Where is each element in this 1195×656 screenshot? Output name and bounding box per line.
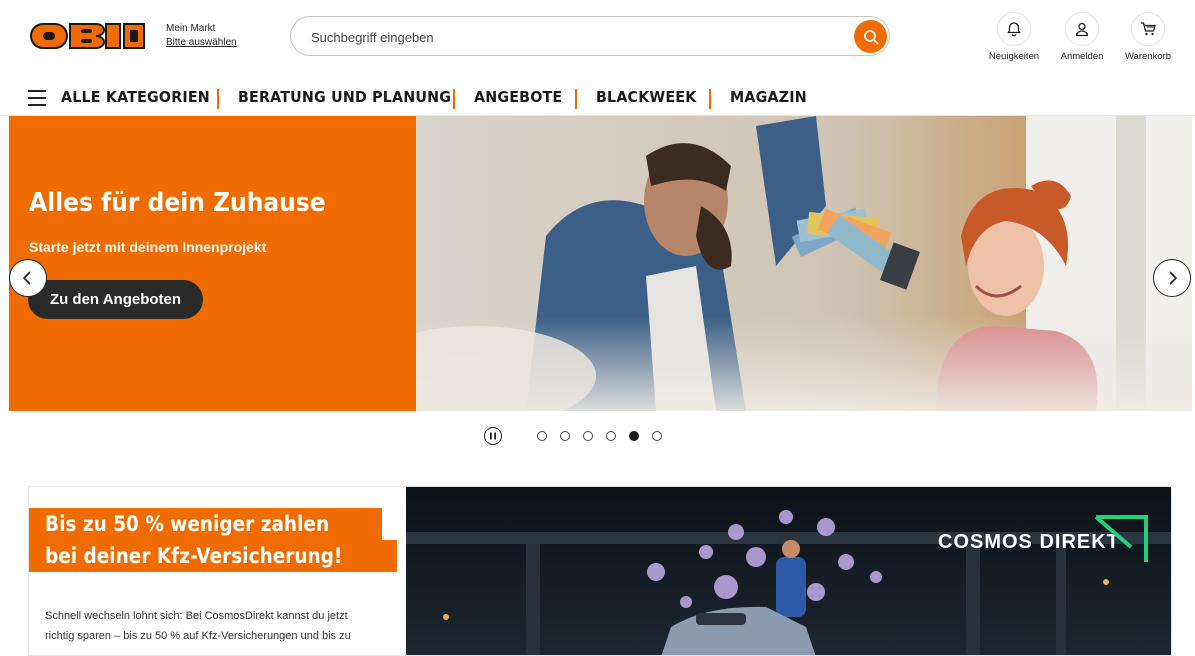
carousel-pause-button[interactable]: [484, 427, 502, 445]
hero-image[interactable]: [356, 116, 1192, 411]
hero-subtitle: Starte jetzt mit deinem Innenprojekt: [29, 239, 267, 255]
carousel-dot[interactable]: [560, 431, 570, 441]
user-icon: [1075, 22, 1089, 37]
hero-banner: Alles für dein Zuhause Starte jetzt mit …: [9, 116, 1192, 411]
cart-button[interactable]: Warenkorb: [1118, 12, 1178, 62]
nav-item-beratung-und-planung[interactable]: BERATUNG UND PLANUNG: [238, 88, 451, 106]
nav-separator: [217, 89, 219, 109]
chevron-right-icon: [1169, 271, 1178, 285]
carousel-prev-button[interactable]: [9, 259, 47, 297]
promo-headline-line-2: bei deiner Kfz-Versicherung!: [29, 540, 397, 572]
bell-icon: [1007, 22, 1021, 37]
nav-item-magazin[interactable]: MAGAZIN: [730, 88, 807, 106]
hero-title: Alles für dein Zuhause: [29, 188, 326, 218]
notifications-button[interactable]: Neuigkeiten: [984, 12, 1044, 62]
cosmos-direkt-logo-text: COSMOS DIREKT: [938, 531, 1120, 553]
market-select-link[interactable]: Bitte auswählen: [166, 36, 237, 50]
promo-banner[interactable]: Bis zu 50 % weniger zahlen bei deiner Kf…: [28, 486, 1172, 656]
chevron-left-icon: [22, 271, 31, 285]
carousel-controls: [484, 427, 674, 445]
hero-cta-button[interactable]: Zu den Angeboten: [28, 280, 203, 319]
carousel-next-button[interactable]: [1153, 259, 1191, 297]
pause-icon: [490, 432, 496, 440]
hamburger-icon[interactable]: [28, 90, 46, 106]
nav-item-alle-kategorien[interactable]: ALLE KATEGORIEN: [61, 88, 210, 106]
notifications-label: Neuigkeiten: [988, 51, 1040, 62]
login-circle: [1065, 12, 1099, 46]
carousel-dot[interactable]: [629, 431, 639, 441]
main-navigation: ALLE KATEGORIEN BERATUNG UND PLANUNG ANG…: [0, 78, 1195, 116]
nav-separator: [453, 89, 455, 109]
promo-headline: Bis zu 50 % weniger zahlen bei deiner Kf…: [29, 508, 397, 572]
search-input[interactable]: [311, 26, 811, 48]
promo-image[interactable]: COSMOS DIREKT: [406, 487, 1171, 655]
hero-text-panel: Alles für dein Zuhause Starte jetzt mit …: [9, 116, 416, 411]
promo-text-panel: Bis zu 50 % weniger zahlen bei deiner Kf…: [29, 487, 406, 655]
cart-label: Warenkorb: [1124, 51, 1172, 62]
carousel-dot[interactable]: [652, 431, 662, 441]
notifications-circle: [997, 12, 1031, 46]
search-button[interactable]: [854, 20, 887, 53]
market-selector: Mein Markt Bitte auswählen: [166, 22, 237, 50]
login-label: Anmelden: [1060, 51, 1104, 62]
nav-item-angebote[interactable]: ANGEBOTE: [474, 88, 562, 106]
nav-separator: [575, 89, 577, 109]
promo-description: Schnell wechseln lohnt sich: Bei CosmosD…: [45, 610, 351, 642]
nav-separator: [709, 89, 711, 109]
search-bar: [290, 16, 890, 56]
cart-icon: [1140, 22, 1156, 36]
market-title: Mein Markt: [166, 23, 216, 34]
promo-headline-line-1: Bis zu 50 % weniger zahlen: [29, 508, 382, 540]
obi-logo[interactable]: [30, 20, 145, 52]
login-button[interactable]: Anmelden: [1052, 12, 1112, 62]
carousel-dot[interactable]: [537, 431, 547, 441]
header: Mein Markt Bitte auswählen Neuigkeiten: [0, 0, 1195, 76]
carousel-dot[interactable]: [583, 431, 593, 441]
carousel-dot[interactable]: [606, 431, 616, 441]
search-icon: [863, 29, 878, 44]
nav-item-blackweek[interactable]: BLACKWEEK: [596, 88, 696, 106]
cart-circle: [1131, 12, 1165, 46]
